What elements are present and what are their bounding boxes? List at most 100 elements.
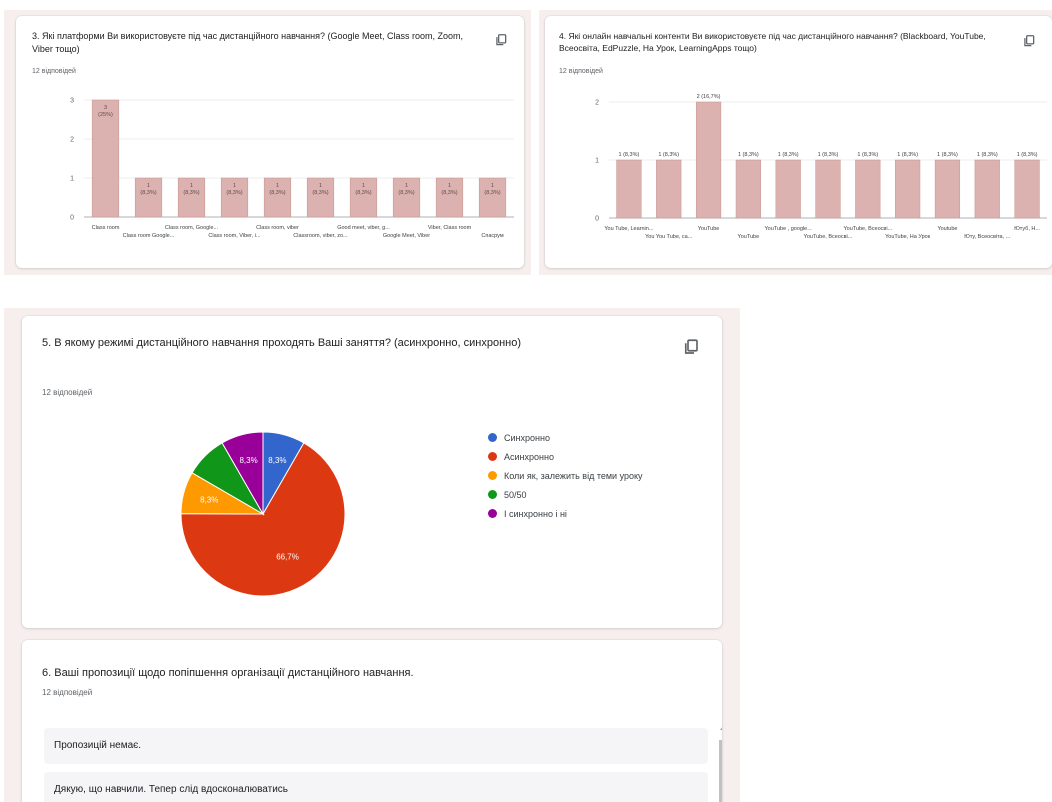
data-label: (8,3%) (355, 190, 371, 196)
x-tick-label: You You Tube, са... (645, 234, 693, 240)
x-tick-label: Youtube (937, 226, 957, 232)
data-label: 1 (8,3%) (937, 152, 958, 158)
y-tick-label: 2 (595, 100, 599, 107)
data-label: (25%) (98, 112, 113, 118)
data-label: 1 (362, 183, 365, 189)
data-label: 1 (8,3%) (738, 152, 759, 158)
data-label: 3 (104, 105, 107, 111)
bar (656, 159, 682, 219)
x-tick-label: Юту, Всеосвіта, ... (964, 234, 1010, 240)
data-label: (8,3%) (226, 190, 242, 196)
legend-swatch (488, 433, 497, 442)
legend-swatch (488, 452, 497, 461)
data-label: 1 (147, 183, 150, 189)
data-label: 1 (319, 183, 322, 189)
data-label: 1 (233, 183, 236, 189)
legend-label: І синхронно і ні (504, 508, 567, 519)
y-tick-label: 3 (70, 98, 74, 105)
x-tick-label: YouTube , google... (765, 226, 813, 232)
x-tick-label: Class room Google... (123, 233, 175, 239)
list-item: Пропозицій немає. (44, 728, 708, 764)
data-label: (8,3%) (140, 190, 156, 196)
scrollbar[interactable] (718, 726, 722, 802)
legend-item: І синхронно і ні (488, 504, 643, 523)
data-label: (8,3%) (183, 190, 199, 196)
bar (775, 159, 801, 219)
data-label: (8,3%) (484, 190, 500, 196)
question-card-4: 4. Які онлайн навчальні контенти Ви вико… (545, 16, 1052, 268)
question-card-6: 6. Ваші пропозиції щодо попіпшення орган… (22, 640, 722, 802)
x-tick-label: Ютуб, Н... (1014, 226, 1040, 232)
legend-label: Коли як, залежить від теми уроку (504, 470, 643, 481)
question-card-3: 3. Які платформи Ви використовуєте під ч… (16, 16, 524, 268)
bar (735, 159, 761, 219)
bar (855, 159, 881, 219)
data-label: 1 (8,3%) (857, 152, 878, 158)
x-tick-label: YouTube, Всеосві... (804, 234, 853, 240)
legend-label: Асинхронно (504, 451, 554, 462)
data-label: 1 (8,3%) (977, 152, 998, 158)
bar (895, 159, 921, 219)
data-label: (8,3%) (269, 190, 285, 196)
question-title: 6. Ваші пропозиції щодо попіпшення орган… (42, 667, 414, 679)
x-tick-label: Class room, Google... (165, 225, 219, 231)
data-label: 1 (8,3%) (619, 152, 640, 158)
legend-item: Асинхронно (488, 447, 643, 466)
x-tick-label: YouTube (738, 234, 760, 240)
y-tick-label: 1 (70, 176, 74, 183)
data-label: 1 (8,3%) (778, 152, 799, 158)
data-label: (8,3%) (312, 190, 328, 196)
question-card-5: 5. В якому режимі дистанційного навчання… (22, 316, 722, 628)
bar-chart-platforms: 01233(25%)Class room1(8,3%)Class room Go… (70, 98, 514, 239)
data-label: 1 (8,3%) (658, 152, 679, 158)
bar-chart-content: 0 1 2 1 (8,3%) You Tube, Learnin... 1 (8,3%) Y… (595, 94, 1047, 240)
legend-swatch (488, 471, 497, 480)
bar (695, 101, 722, 219)
legend-label: Синхронно (504, 432, 550, 443)
x-tick-label: YouTube, На Урок (885, 234, 931, 240)
legend-swatch (488, 509, 497, 518)
y-tick-label: 0 (70, 215, 74, 222)
data-label: 1 (8,3%) (818, 152, 839, 158)
bar (934, 159, 961, 219)
data-label: 1 (276, 183, 279, 189)
data-label: 1 (190, 183, 193, 189)
x-tick-label: Google Meet, Viber (383, 233, 430, 239)
x-tick-label: Class room (92, 225, 120, 231)
legend-item: 50/50 (488, 485, 643, 504)
x-tick-label: YouTube, Всеосві... (843, 226, 892, 232)
response-count: 12 відповідей (42, 688, 93, 697)
x-tick-label: Viber, Class room (428, 225, 472, 231)
x-tick-label: Спасрум (481, 233, 503, 239)
bar (974, 159, 1000, 219)
legend-item: Синхронно (488, 428, 643, 447)
x-tick-label: Good meet, viber, g... (337, 225, 390, 231)
data-label: 1 (448, 183, 451, 189)
legend-item: Коли як, залежить від теми уроку (488, 466, 643, 485)
list-item: Дякую, що навчили. Тепер слід вдосконалю… (44, 772, 708, 802)
x-tick-label: Class room, Viber, і... (208, 233, 261, 239)
pie-data-label: 8,3% (200, 495, 218, 504)
bar (815, 159, 841, 219)
scroll-up-arrow-icon[interactable] (720, 726, 722, 730)
y-tick-label: 2 (70, 137, 74, 144)
data-label: (8,3%) (398, 190, 414, 196)
pie-data-label: 8,3% (239, 456, 257, 465)
y-tick-label: 0 (595, 216, 599, 223)
data-label: (8,3%) (441, 190, 457, 196)
x-tick-label: Class room, viber (256, 225, 299, 231)
chart-legend: Синхронно Асинхронно Коли як, залежить від… (488, 428, 643, 523)
data-label: 1 (491, 183, 494, 189)
data-label: 2 (16,7%) (697, 94, 721, 100)
pie-data-label: 8,3% (268, 456, 286, 465)
bar (616, 159, 642, 219)
scrollbar-thumb[interactable] (719, 740, 722, 802)
data-label: 1 (8,3%) (897, 152, 918, 158)
pie-data-label: 66,7% (276, 553, 299, 562)
data-label: 1 (405, 183, 408, 189)
y-tick-label: 1 (595, 158, 599, 165)
x-tick-label: You Tube, Learnin... (604, 226, 654, 232)
legend-label: 50/50 (504, 489, 527, 500)
legend-swatch (488, 490, 497, 499)
response-list: Пропозицій немає. Дякую, що навчили. Теп… (44, 728, 708, 802)
